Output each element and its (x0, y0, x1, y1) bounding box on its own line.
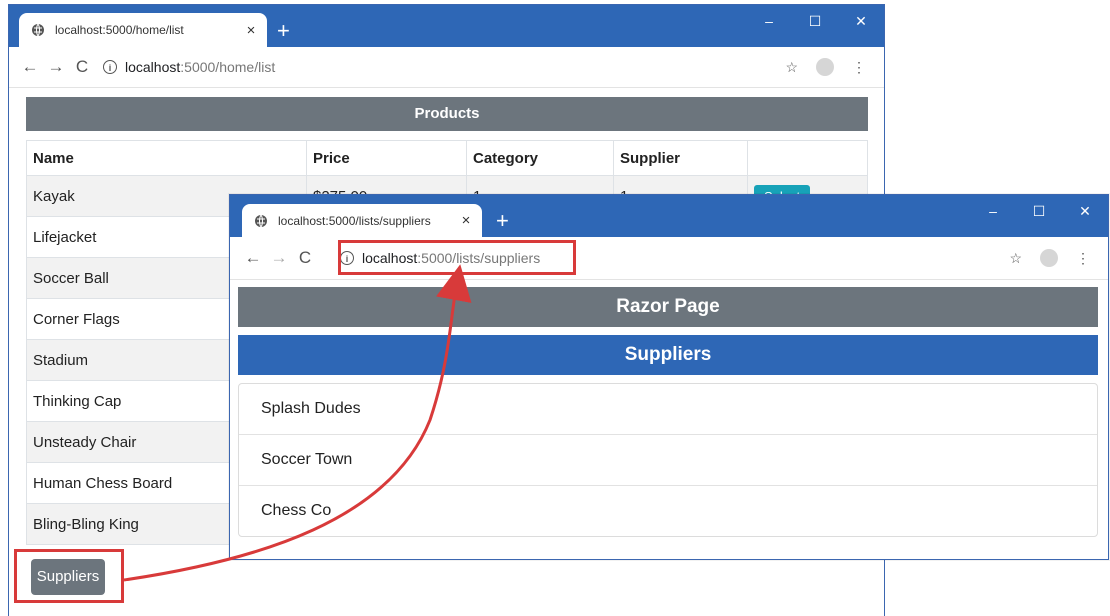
annotation-arrow (123, 264, 472, 582)
